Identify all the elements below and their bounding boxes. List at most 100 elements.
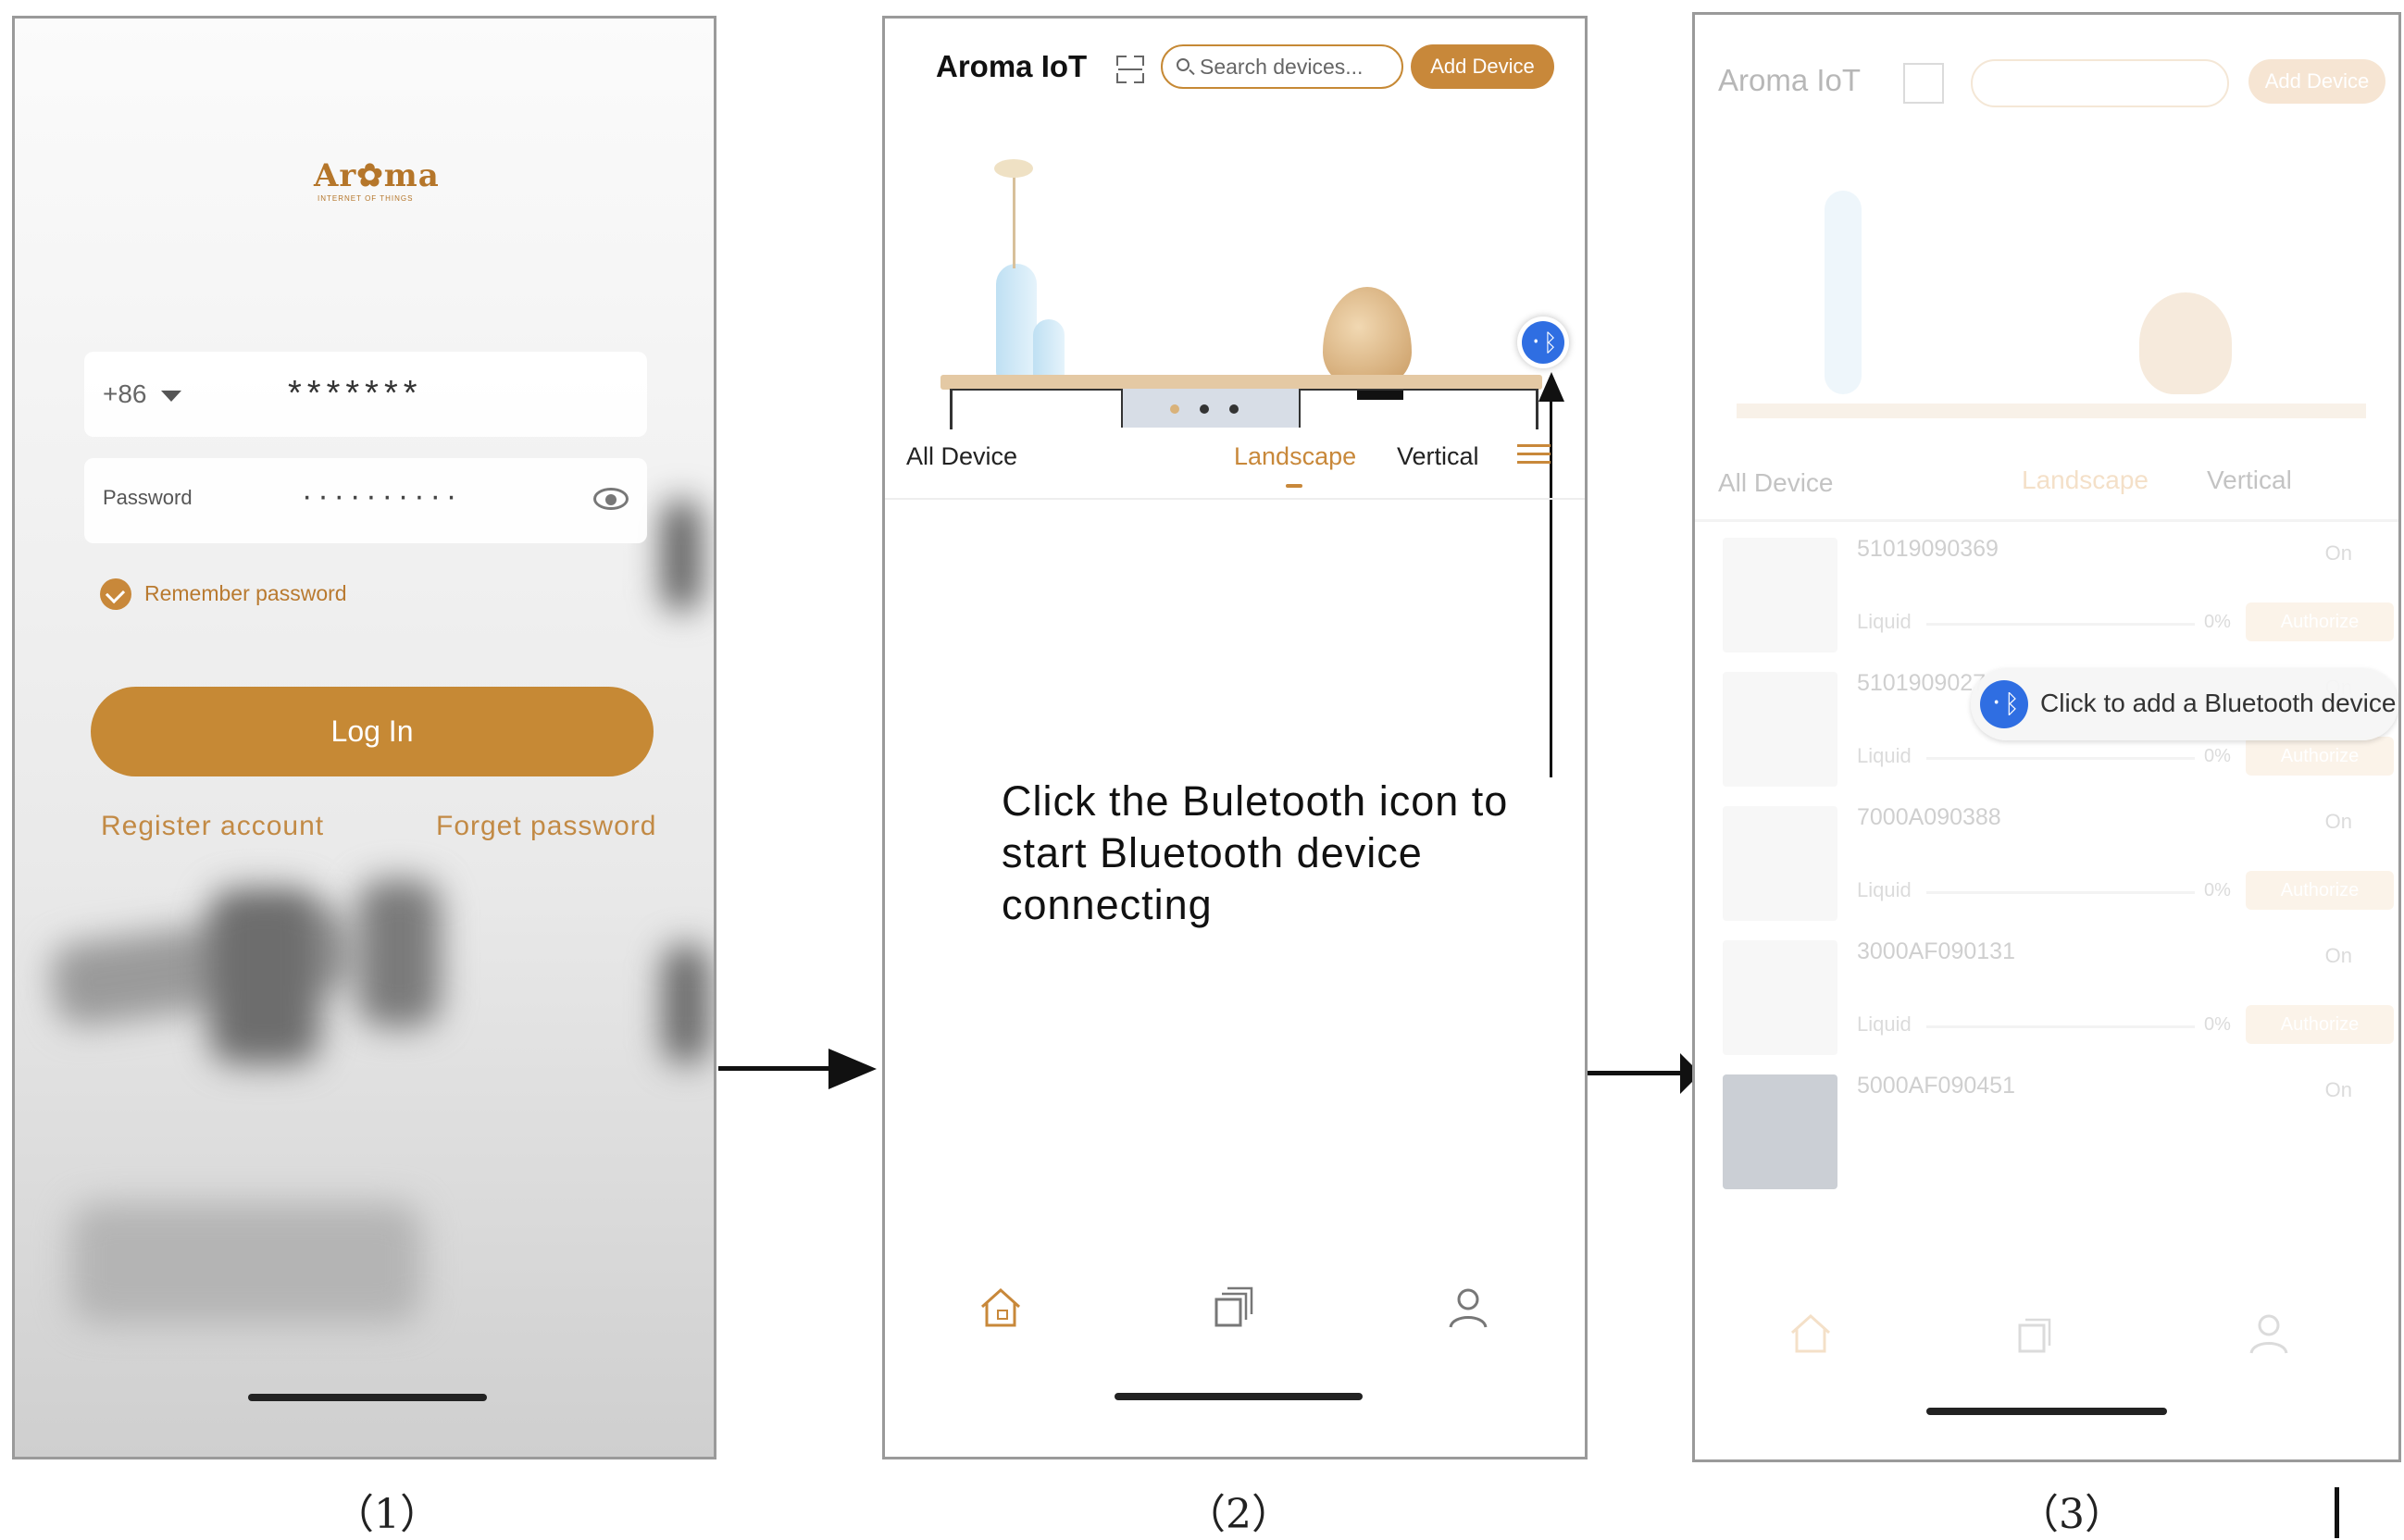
dried-flower-illustration [994, 159, 1033, 178]
liquid-bar [1926, 623, 2195, 626]
background-blur [357, 879, 441, 1027]
carousel-dot[interactable] [1200, 404, 1209, 414]
flow-arrow [718, 1066, 835, 1071]
background-blur [209, 888, 320, 1064]
bluetooth-icon[interactable]: ᛫ᛒ [1522, 321, 1564, 364]
bluetooth-tip-text[interactable]: Click to add a Bluetooth device [2040, 689, 2396, 718]
remember-label[interactable]: Remember password [144, 581, 347, 606]
device-status: On [2324, 944, 2352, 967]
add-device-button[interactable]: Add Device [1411, 44, 1554, 89]
register-link[interactable]: Register account [101, 811, 324, 842]
cabinet-drawer [1121, 389, 1301, 428]
authorize-button[interactable]: Authorize [2246, 1005, 2394, 1044]
country-code[interactable]: +86 [103, 379, 147, 409]
arrow-head-icon [828, 1049, 877, 1089]
phone-input[interactable]: ******* [288, 374, 423, 414]
tab-vertical[interactable]: Vertical [1397, 442, 1479, 471]
background-blur [663, 944, 709, 1064]
device-row[interactable]: 5000AF090451 On [1718, 1065, 2385, 1199]
password-field[interactable]: Password ·········· [84, 458, 647, 543]
home-icon[interactable] [978, 1285, 1024, 1331]
vase-illustration [1825, 191, 1862, 394]
device-status: On [2324, 541, 2352, 565]
aroma-logo: Ar✿ma [314, 157, 440, 194]
authorize-button[interactable]: Authorize [2246, 737, 2394, 776]
bluetooth-icon[interactable]: ᛫ᛒ [1980, 680, 2028, 728]
device-row[interactable]: 7000A090388 On Liquid 0% Authorize [1718, 797, 2394, 931]
vase-illustration [1033, 319, 1065, 382]
tab-underline [1286, 484, 1302, 488]
liquid-label: Liquid [1857, 610, 1912, 633]
search-icon [1177, 58, 1190, 71]
cabinet-handle [1357, 391, 1403, 400]
search-placeholder: Search devices... [1200, 55, 1364, 79]
device-id: 3000AF090131 [1857, 938, 2015, 964]
app-title: Aroma IoT [936, 49, 1088, 83]
page-edge-mark [2335, 1487, 2339, 1538]
search-input[interactable] [1971, 59, 2229, 107]
login-button[interactable]: Log In [91, 687, 654, 776]
device-thumbnail [1723, 1074, 1837, 1189]
authorize-button[interactable]: Authorize [2246, 871, 2394, 910]
password-label: Password [103, 486, 193, 509]
tab-all-device[interactable]: All Device [1718, 468, 1833, 498]
divider [885, 498, 1585, 500]
home-indicator [248, 1394, 487, 1401]
device-row[interactable]: 51019090369 On Liquid 0% Authorize [1718, 528, 2394, 663]
liquid-percent: 0% [2204, 746, 2231, 766]
tab-all-device[interactable]: All Device [906, 442, 1017, 471]
add-device-button[interactable]: Add Device [2248, 59, 2385, 104]
profile-icon[interactable] [1445, 1285, 1491, 1331]
bluetooth-button[interactable]: ᛫ᛒ [1517, 317, 1569, 368]
authorize-button[interactable]: Authorize [2246, 602, 2394, 641]
liquid-percent: 0% [2204, 880, 2231, 900]
device-thumbnail [1723, 538, 1837, 652]
phone-field[interactable]: +86 ******* [84, 352, 647, 437]
password-input[interactable]: ·········· [302, 478, 462, 515]
profile-icon[interactable] [2246, 1310, 2292, 1357]
tab-landscape[interactable]: Landscape [1234, 442, 1356, 471]
background-blur [663, 500, 700, 611]
banner-image[interactable] [922, 111, 1561, 429]
liquid-bar [1926, 757, 2195, 760]
login-screen: Ar✿ma INTERNET OF THINGS +86 ******* Pas… [12, 16, 716, 1459]
diffuser-illustration [2139, 292, 2232, 394]
tab-vertical[interactable]: Vertical [2207, 466, 2292, 495]
shelf-illustration [1737, 404, 2366, 418]
home-indicator [1115, 1393, 1363, 1400]
logo-subtitle: INTERNET OF THINGS [318, 194, 414, 203]
home-screen: Aroma IoT Search devices... Add Device ᛫… [882, 16, 1588, 1459]
annotation-text: Click the Buletooth icon to start Blueto… [1002, 777, 1509, 928]
device-id: 51019090369 [1857, 536, 1999, 562]
liquid-percent: 0% [2204, 1014, 2231, 1035]
forget-password-link[interactable]: Forget password [436, 811, 656, 842]
devices-icon[interactable] [1211, 1285, 1257, 1331]
bluetooth-tooltip[interactable]: ᛫ᛒ Click to add a Bluetooth device [1971, 668, 2398, 740]
caption-1: （1） [333, 1491, 441, 1538]
caret-down-icon[interactable] [161, 391, 181, 402]
search-input[interactable]: Search devices... [1161, 44, 1403, 89]
menu-icon[interactable] [1517, 444, 1551, 469]
liquid-bar [1926, 1025, 2195, 1028]
device-row[interactable]: 3000AF090131 On Liquid 0% Authorize [1718, 931, 2394, 1065]
device-thumbnail [1723, 672, 1837, 787]
device-id: 7000A090388 [1857, 804, 2001, 830]
device-id: 5000AF090451 [1857, 1073, 2015, 1099]
home-indicator [1926, 1408, 2167, 1415]
scan-icon[interactable] [1116, 56, 1144, 83]
device-thumbnail [1723, 940, 1837, 1055]
arrow-up-icon [1538, 372, 1564, 402]
home-icon[interactable] [1787, 1310, 1834, 1357]
remember-checkbox[interactable] [100, 578, 131, 610]
tab-landscape[interactable]: Landscape [2022, 466, 2149, 495]
diffuser-illustration [1323, 287, 1412, 387]
devices-icon[interactable] [2014, 1310, 2061, 1357]
carousel-dot[interactable] [1229, 404, 1239, 414]
carousel-dot[interactable] [1170, 404, 1179, 414]
eye-icon[interactable] [593, 488, 629, 510]
device-thumbnail [1723, 806, 1837, 921]
scan-icon[interactable] [1903, 63, 1944, 104]
device-list-screen: Aroma IoT Add Device All Device Landscap… [1692, 12, 2401, 1462]
shelf-illustration [940, 375, 1542, 390]
liquid-label: Liquid [1857, 1012, 1912, 1036]
